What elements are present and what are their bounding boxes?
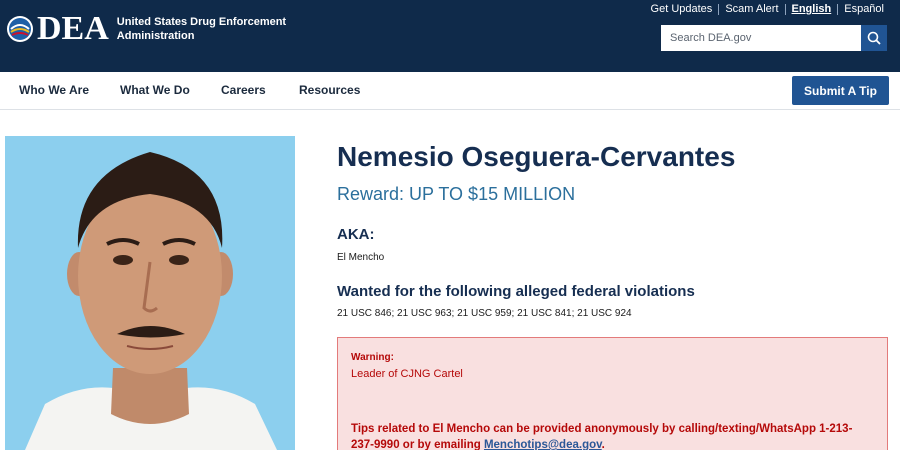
warning-text: Leader of CJNG Cartel: [351, 368, 463, 380]
nav-careers[interactable]: Careers: [221, 83, 266, 97]
dea-seal-icon: [7, 16, 33, 42]
portrait-image: [5, 136, 295, 450]
warning-label: Warning:: [351, 352, 394, 363]
agency-name: United States Drug Enforcement Administr…: [117, 15, 286, 43]
violations-list: 21 USC 846; 21 USC 963; 21 USC 959; 21 U…: [337, 308, 632, 319]
magnifier-icon: [867, 31, 881, 45]
agency-name-line-2: Administration: [116, 30, 195, 42]
espanol-link[interactable]: Español: [844, 3, 884, 15]
search-button[interactable]: [861, 25, 887, 51]
search-input[interactable]: [661, 25, 861, 51]
submit-tip-button[interactable]: Submit A Tip: [792, 76, 889, 105]
aka-value: El Mencho: [337, 252, 385, 263]
tips-suffix: .: [601, 439, 605, 450]
logo-wordmark: DEA: [37, 10, 109, 47]
reward-amount: Reward: UP TO $15 MILLION: [337, 184, 576, 204]
fugitive-name: Nemesio Oseguera-Cervantes: [337, 141, 736, 172]
dea-logo[interactable]: DEA United States Drug Enforcement Admin…: [6, 12, 286, 46]
get-updates-link[interactable]: Get Updates: [651, 3, 713, 15]
nav-what-we-do[interactable]: What We Do: [120, 83, 190, 97]
divider: [837, 3, 839, 15]
fugitive-photo: [5, 136, 295, 450]
tips-text: Tips related to El Mencho can be provide…: [351, 421, 871, 450]
main-nav: Who We Are What We Do Careers Resources: [0, 72, 900, 110]
divider: [784, 3, 786, 15]
agency-name-line-1: United States Drug Enforcement: [116, 16, 287, 28]
english-link[interactable]: English: [792, 3, 832, 15]
site-header: DEA United States Drug Enforcement Admin…: [0, 0, 900, 72]
nav-who-we-are[interactable]: Who We Are: [19, 83, 89, 97]
scam-alert-link[interactable]: Scam Alert: [725, 3, 778, 15]
divider: [718, 3, 720, 15]
search-bar: [661, 25, 887, 51]
utility-links: Get Updates Scam Alert English Español: [651, 3, 884, 15]
violations-heading: Wanted for the following alleged federal…: [337, 283, 695, 300]
tips-email-link[interactable]: Menchotips@dea.gov: [484, 439, 602, 450]
aka-heading: AKA:: [337, 226, 375, 243]
nav-resources[interactable]: Resources: [299, 83, 360, 97]
warning-alert: Warning: Leader of CJNG Cartel Tips rela…: [337, 337, 888, 450]
